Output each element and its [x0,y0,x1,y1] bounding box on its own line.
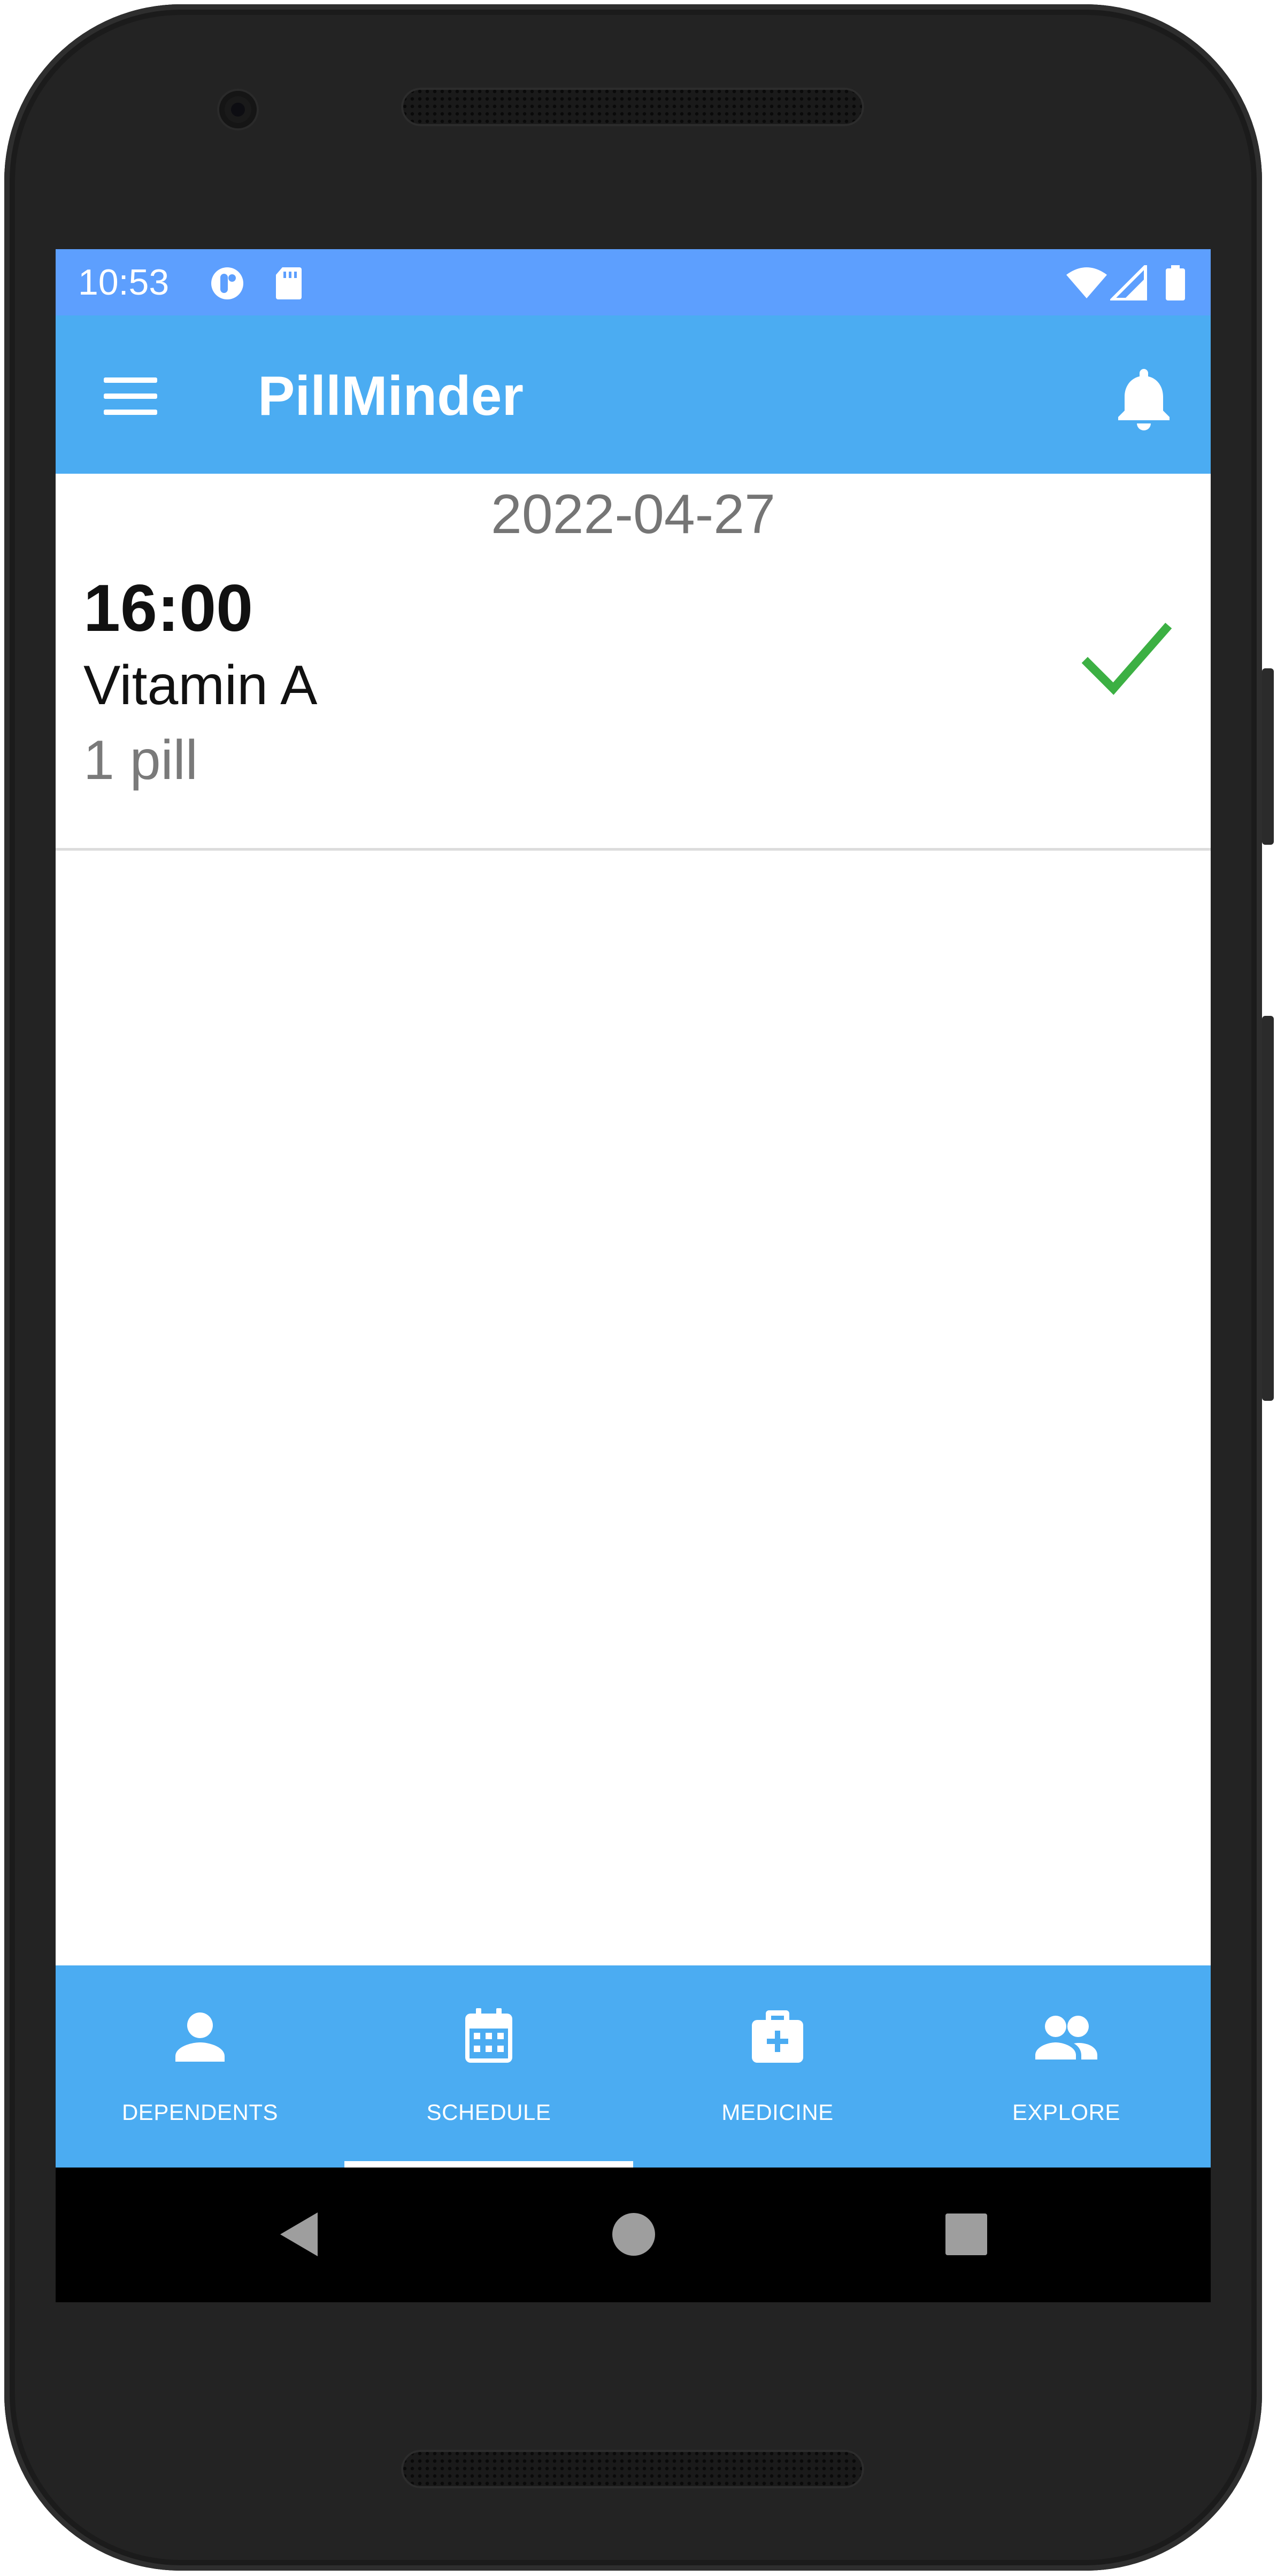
recents-icon[interactable] [942,2210,990,2258]
app-title: PillMinder [258,365,524,427]
earpiece-speaker [401,88,864,126]
checkmark-icon [1081,622,1172,695]
menu-icon-line [104,394,157,399]
bottom-speaker [401,2450,864,2488]
status-bar: 10:53 [56,249,1211,315]
menu-icon [104,377,157,383]
notifications-button[interactable] [1109,361,1179,431]
status-time: 10:53 [78,262,170,303]
calendar-icon [465,2008,512,2063]
nav-label: MEDICINE [721,2100,834,2125]
selected-tab-indicator [344,2161,633,2168]
menu-icon-line [104,410,157,415]
power-button [1262,668,1274,845]
back-icon[interactable] [276,2210,324,2258]
system-navigation-bar [56,2168,1211,2302]
schedule-content: 2022-04-27 16:00 Vitamin A 1 pill [56,474,1211,1680]
home-icon[interactable] [610,2210,658,2258]
phone-device: 10:53 PillMinder 2022-04-27 16:00 Vitami… [0,0,1277,2576]
nav-item-explore[interactable]: EXPLORE [922,1965,1211,2168]
person-icon [175,2012,225,2062]
taken-toggle-button[interactable] [1077,611,1179,712]
front-camera [219,91,257,128]
nav-label: DEPENDENTS [121,2100,279,2125]
nav-item-medicine[interactable]: MEDICINE [633,1965,922,2168]
dose-time: 16:00 [83,572,253,645]
menu-button[interactable] [95,364,165,422]
nav-label: EXPLORE [1012,2100,1120,2125]
sd-card-icon [276,267,302,299]
nav-item-dependents[interactable]: DEPENDENTS [56,1965,344,2168]
people-icon [1035,2016,1097,2060]
battery-icon [1166,265,1185,300]
volume-button [1262,1016,1274,1401]
notification-app-icon [211,267,243,299]
bell-icon [1118,369,1170,430]
nav-label: SCHEDULE [426,2100,551,2125]
cellular-signal-icon [1110,265,1147,300]
medicine-name: Vitamin A [83,654,318,716]
nav-item-schedule[interactable]: SCHEDULE [344,1965,633,2168]
medical-kit-icon [752,2010,803,2063]
dose-list-item[interactable]: 16:00 Vitamin A 1 pill [56,565,1211,851]
bottom-navigation: DEPENDENTS SCHEDULE MEDICINE EXPLORE [56,1965,1211,2168]
dose-amount: 1 pill [83,729,198,791]
app-bar: PillMinder [56,315,1211,474]
screen: 10:53 PillMinder 2022-04-27 16:00 Vitami… [56,249,1211,2302]
wifi-icon [1066,267,1107,298]
schedule-date: 2022-04-27 [491,483,775,545]
